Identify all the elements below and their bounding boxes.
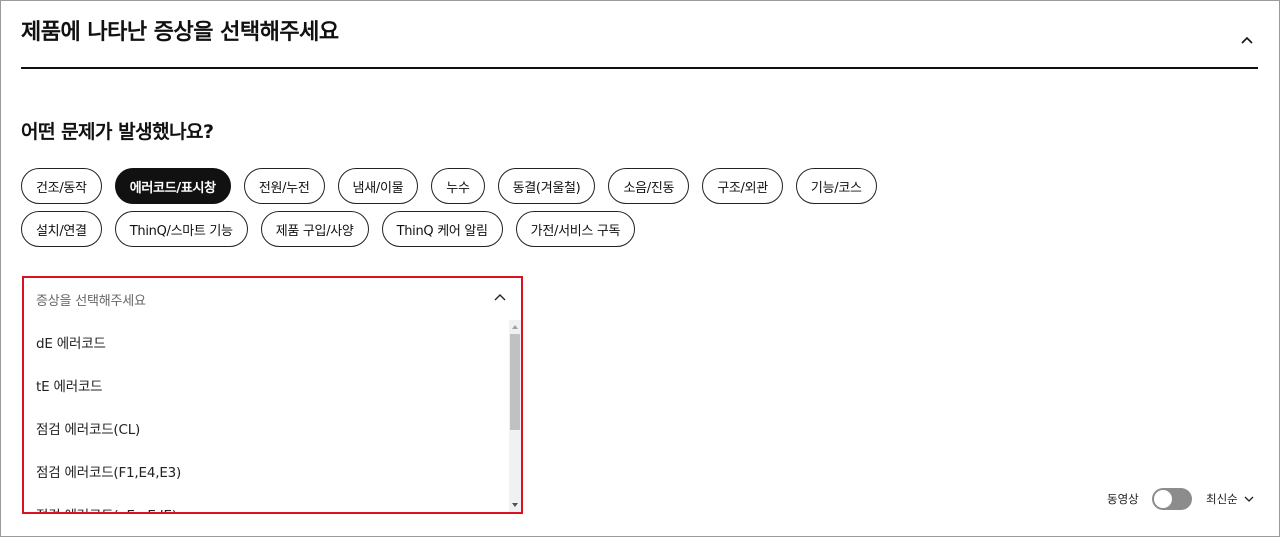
chip-odor-foreign[interactable]: 냄새/이물 [337, 168, 419, 204]
chip-row: 설치/연결 ThinQ/스마트 기능 제품 구입/사양 ThinQ 케어 알림 … [21, 211, 1021, 247]
chip-power-leakage[interactable]: 전원/누전 [243, 168, 325, 204]
chip-install-connect[interactable]: 설치/연결 [21, 211, 102, 247]
scroll-down-icon[interactable] [511, 501, 519, 509]
scroll-thumb[interactable] [510, 334, 520, 430]
chip-structure-exterior[interactable]: 구조/외관 [702, 168, 783, 204]
option-f1-e4-e3-error[interactable]: 점검 에러코드(F1,E4,E3) [36, 461, 181, 481]
symptom-option-list: dE 에러코드 tE 에러코드 점검 에러코드(CL) 점검 에러코드(F1,E… [24, 320, 509, 512]
symptom-select-header[interactable]: 증상을 선택해주세요 [24, 278, 521, 318]
option-de-error[interactable]: dE 에러코드 [36, 332, 106, 352]
chip-freezing-winter[interactable]: 동결(겨울철) [497, 168, 596, 204]
option-oe-ne-ie-error[interactable]: 점검 에러코드(oE,nE,IE) [36, 504, 177, 512]
chip-error-code-display[interactable]: 에러코드/표시창 [114, 168, 231, 204]
video-filter-label: 동영상 [1107, 492, 1139, 506]
chip-water-leak[interactable]: 누수 [431, 168, 485, 204]
chip-subscription[interactable]: 가전/서비스 구독 [515, 211, 636, 247]
symptom-select-placeholder: 증상을 선택해주세요 [36, 294, 146, 309]
video-toggle[interactable] [1152, 488, 1192, 510]
chip-function-course[interactable]: 기능/코스 [795, 168, 877, 204]
symptom-select[interactable]: 증상을 선택해주세요 dE 에러코드 tE 에러코드 점검 에러코드(CL) 점… [22, 276, 523, 514]
chevron-up-icon [1241, 36, 1253, 44]
chevron-down-icon [1244, 496, 1254, 502]
sort-dropdown[interactable]: 최신순 [1206, 489, 1255, 509]
sort-label: 최신순 [1206, 492, 1238, 506]
chip-noise-vibration[interactable]: 소음/진동 [608, 168, 690, 204]
option-cl-error[interactable]: 점검 에러코드(CL) [36, 418, 140, 438]
toggle-knob [1154, 490, 1172, 508]
category-chip-group: 건조/동작 에러코드/표시창 전원/누전 냄새/이물 누수 동결(겨울철) 소음… [21, 168, 1021, 254]
chip-row: 건조/동작 에러코드/표시창 전원/누전 냄새/이물 누수 동결(겨울철) 소음… [21, 168, 1021, 204]
chevron-up-icon [494, 294, 506, 301]
section-title: 제품에 나타난 증상을 선택해주세요 [21, 20, 339, 45]
chip-purchase-spec[interactable]: 제품 구입/사양 [260, 211, 369, 247]
option-te-error[interactable]: tE 에러코드 [36, 375, 103, 395]
chip-drying-operation[interactable]: 건조/동작 [21, 168, 102, 204]
chip-thinq-smart[interactable]: ThinQ/스마트 기능 [114, 211, 248, 247]
chip-thinq-care[interactable]: ThinQ 케어 알림 [381, 211, 503, 247]
scroll-up-icon[interactable] [511, 323, 519, 331]
title-divider [21, 67, 1258, 69]
question-heading: 어떤 문제가 발생했나요? [21, 121, 214, 143]
option-scrollbar[interactable] [509, 320, 521, 512]
collapse-button[interactable] [1234, 30, 1260, 50]
